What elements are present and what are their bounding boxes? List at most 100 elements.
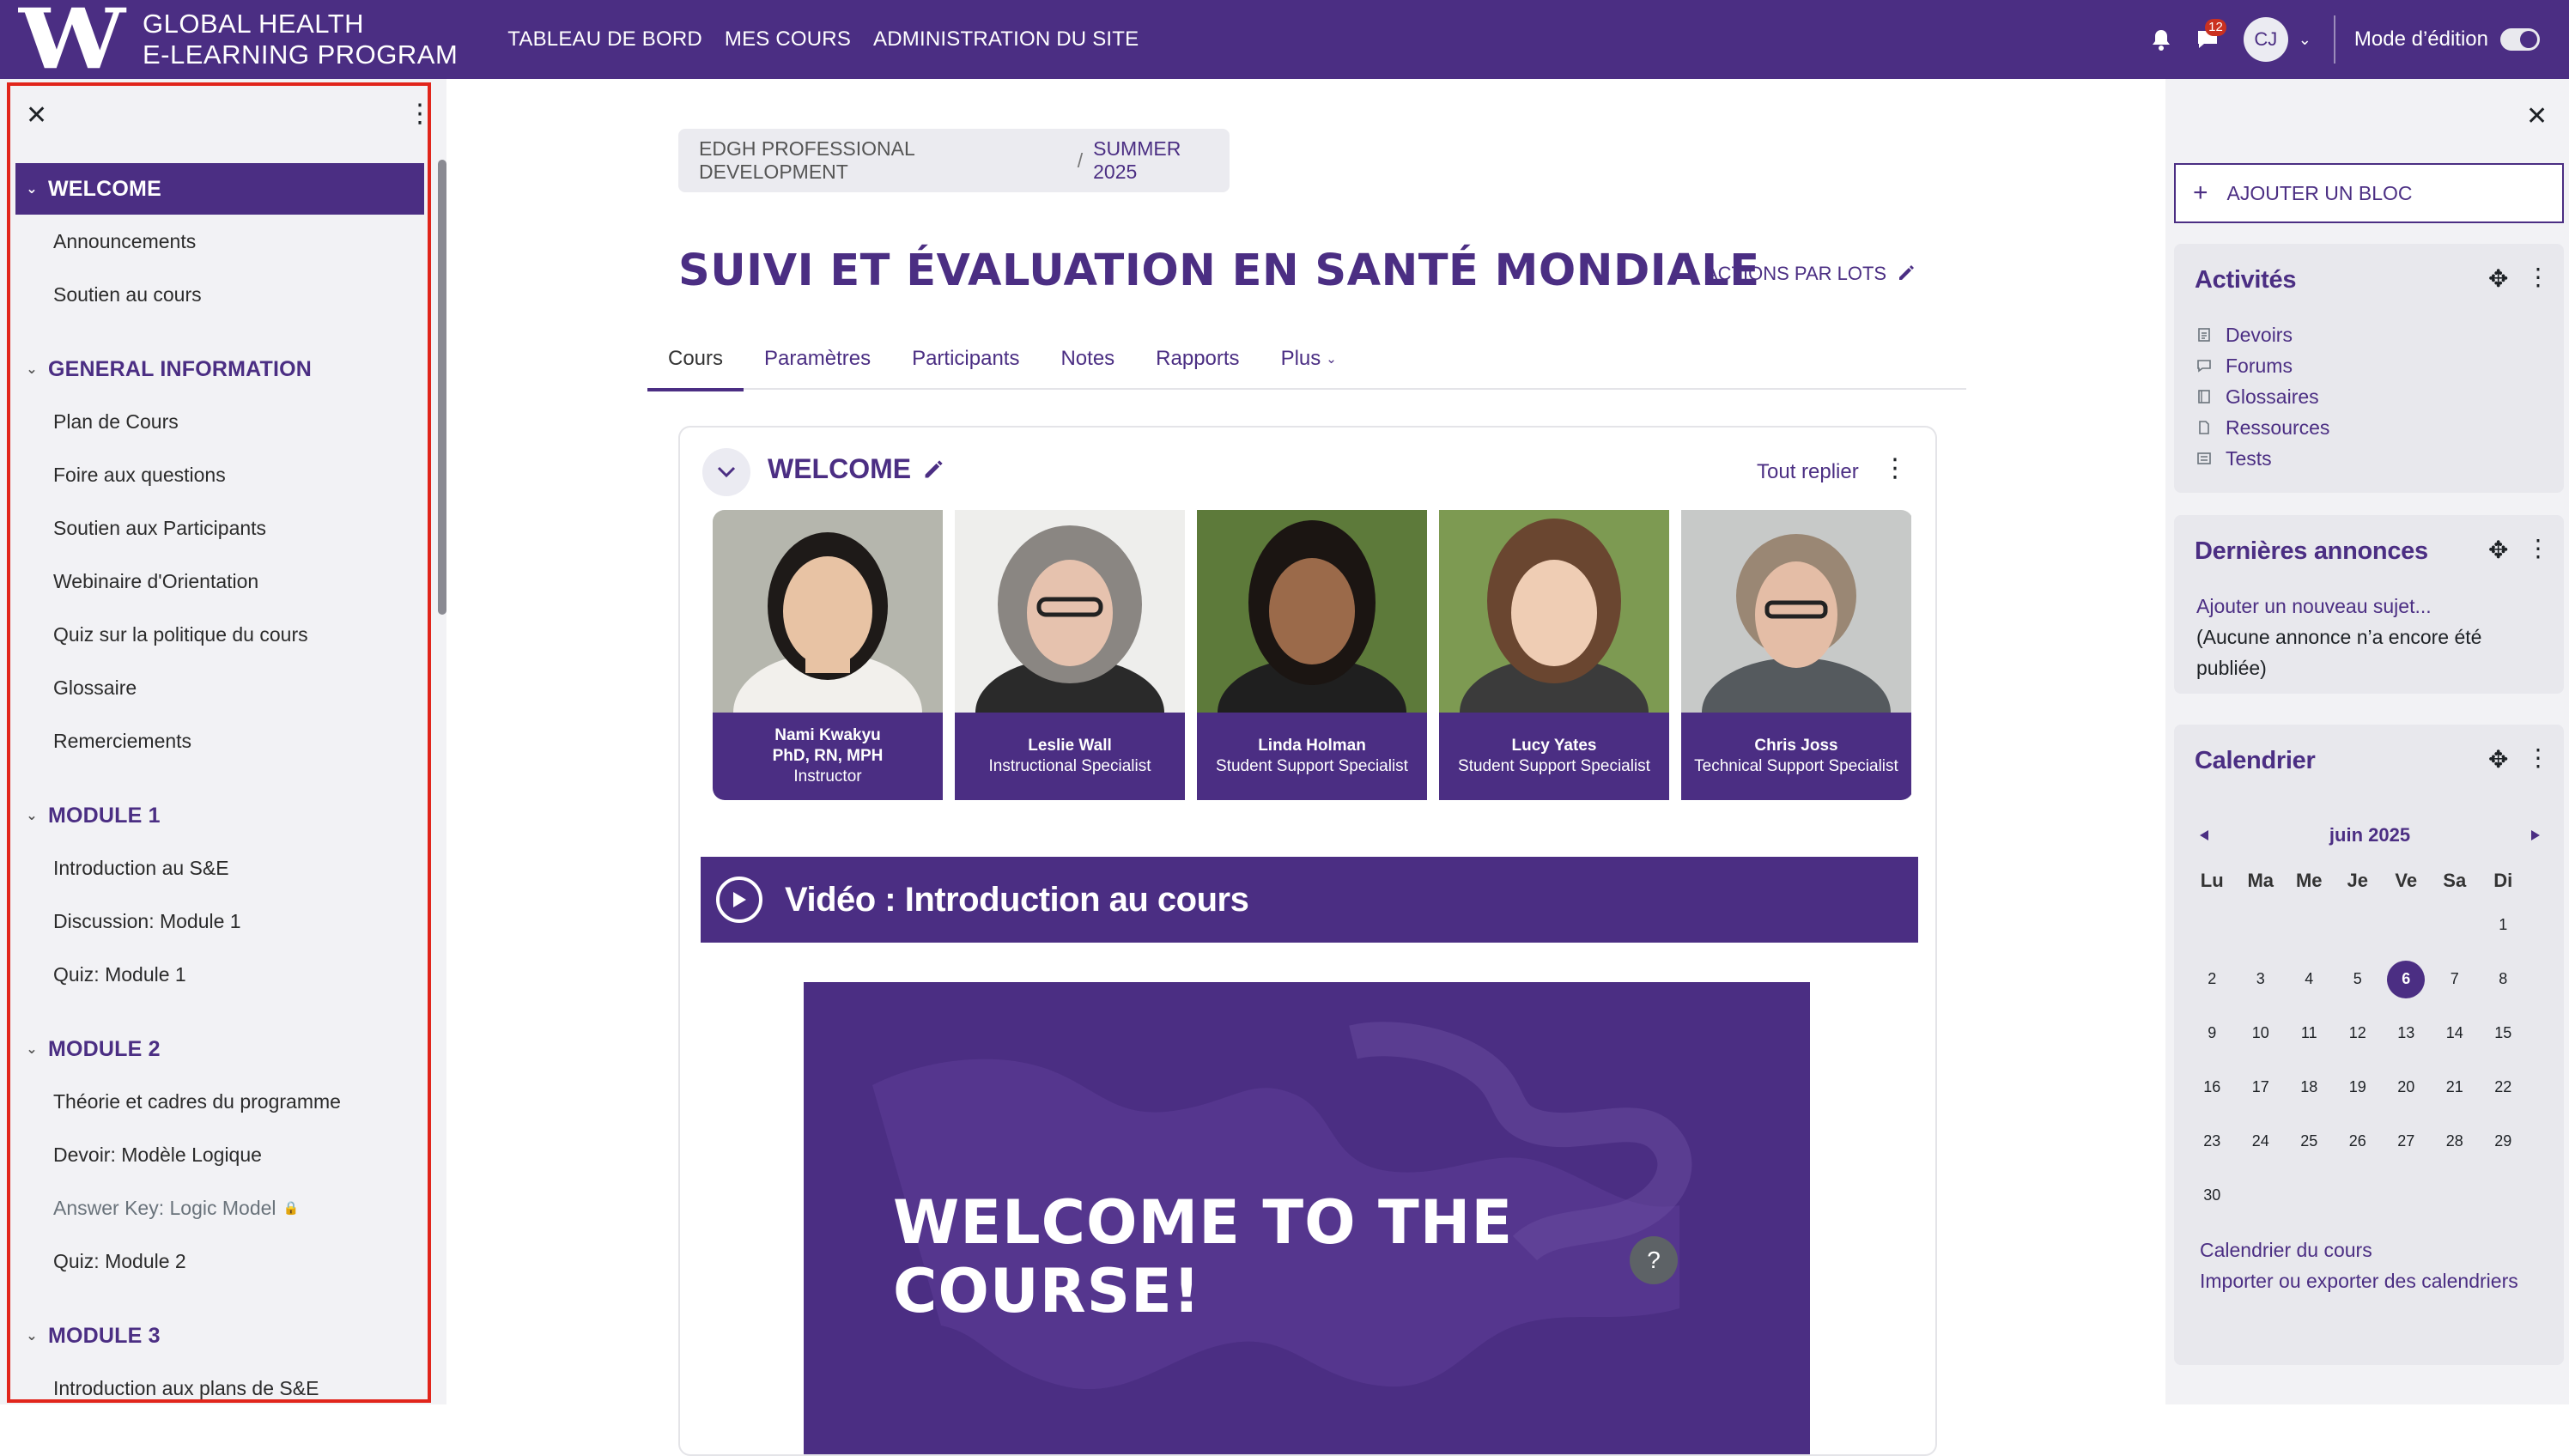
tab-participants[interactable]: Participants [891, 328, 1040, 390]
activity-link-quizzes[interactable]: Tests [2196, 443, 2329, 474]
calendar-day[interactable]: 14 [2431, 1015, 2480, 1053]
index-item[interactable]: Quiz sur la politique du cours [15, 608, 424, 661]
calendar-day[interactable]: 21 [2431, 1069, 2480, 1107]
index-item[interactable]: Théorie et cadres du programme [15, 1075, 424, 1128]
calendar-day[interactable]: 9 [2188, 1015, 2237, 1053]
index-item[interactable]: Introduction aux plans de S&E [15, 1362, 424, 1415]
move-icon[interactable]: ✥ [2488, 536, 2508, 564]
close-drawer-icon[interactable]: ✕ [26, 103, 47, 129]
calendar-day[interactable]: 8 [2479, 961, 2528, 998]
nav-dashboard[interactable]: TABLEAU DE BORD [507, 27, 702, 52]
index-item[interactable]: Plan de Cours [15, 395, 424, 448]
calendar-day[interactable]: 11 [2285, 1015, 2334, 1053]
activity-link-resources[interactable]: Ressources [2196, 412, 2329, 443]
block-options-icon[interactable]: ⋮ [2526, 263, 2550, 291]
add-topic-link[interactable]: Ajouter un nouveau sujet... [2196, 591, 2540, 622]
index-item[interactable]: Devoir: Modèle Logique [15, 1128, 424, 1181]
welcome-video-thumbnail[interactable]: WELCOME TO THE COURSE! [804, 982, 1810, 1454]
calendar-day[interactable]: 27 [2382, 1123, 2431, 1161]
import-export-calendars-link[interactable]: Importer ou exporter des calendriers [2200, 1265, 2526, 1296]
tab-settings[interactable]: Paramètres [744, 328, 891, 390]
site-logo[interactable]: W GLOBAL HEALTH E-LEARNING PROGRAM [0, 0, 458, 81]
tab-reports[interactable]: Rapports [1135, 328, 1260, 390]
course-index-options-icon[interactable]: ⋮ [407, 101, 433, 127]
index-section-header[interactable]: ⌄ MODULE 2 [15, 1023, 424, 1075]
chevron-down-icon[interactable]: ⌄ [15, 1040, 48, 1058]
move-icon[interactable]: ✥ [2488, 745, 2508, 774]
course-calendar-link[interactable]: Calendrier du cours [2200, 1235, 2526, 1265]
collapse-all-link[interactable]: Tout replier [1757, 460, 1859, 484]
calendar-day[interactable]: 10 [2237, 1015, 2286, 1053]
tab-grades[interactable]: Notes [1040, 328, 1135, 390]
breadcrumb-current[interactable]: SUMMER 2025 [1093, 137, 1230, 184]
index-section-header[interactable]: ⌄ MODULE 1 [15, 790, 424, 841]
section-options-icon[interactable]: ⋮ [1882, 453, 1908, 483]
nav-site-admin[interactable]: ADMINISTRATION DU SITE [873, 27, 1139, 52]
block-options-icon[interactable]: ⋮ [2526, 534, 2550, 562]
breadcrumb-parent[interactable]: EDGH PROFESSIONAL DEVELOPMENT [699, 137, 1067, 184]
chevron-down-icon[interactable]: ⌄ [2299, 31, 2311, 49]
calendar-day[interactable]: 19 [2334, 1069, 2383, 1107]
index-item-restricted[interactable]: Answer Key: Logic Model 🔒 [15, 1181, 424, 1235]
index-section-header[interactable]: ⌄ WELCOME [15, 163, 424, 215]
calendar-day[interactable]: 28 [2431, 1123, 2480, 1161]
edit-mode-toggle[interactable] [2500, 28, 2540, 51]
calendar-day[interactable]: 18 [2285, 1069, 2334, 1107]
previous-month-icon[interactable] [2196, 828, 2212, 843]
calendar-day[interactable]: 22 [2479, 1069, 2528, 1107]
index-item[interactable]: Quiz: Module 1 [15, 948, 424, 1001]
nav-my-courses[interactable]: MES COURS [725, 27, 851, 52]
calendar-day[interactable]: 17 [2237, 1069, 2286, 1107]
messages-button[interactable]: 12 [2190, 19, 2226, 57]
activity-link-glossaries[interactable]: Glossaires [2196, 381, 2329, 412]
calendar-day[interactable]: 29 [2479, 1123, 2528, 1161]
user-avatar[interactable]: CJ [2243, 17, 2288, 62]
calendar-day[interactable]: 15 [2479, 1015, 2528, 1053]
calendar-day[interactable]: 26 [2334, 1123, 2383, 1161]
index-item[interactable]: Soutien aux Participants [15, 501, 424, 555]
chevron-down-icon[interactable]: ⌄ [15, 180, 48, 197]
move-icon[interactable]: ✥ [2488, 264, 2508, 293]
index-item[interactable]: Announcements [15, 215, 424, 268]
tab-more[interactable]: Plus ⌄ [1260, 328, 1357, 390]
calendar-day[interactable]: 5 [2334, 961, 2383, 998]
calendar-day[interactable]: 13 [2382, 1015, 2431, 1053]
index-item[interactable]: Foire aux questions [15, 448, 424, 501]
calendar-day[interactable]: 1 [2479, 907, 2528, 944]
index-item[interactable]: Discussion: Module 1 [15, 895, 424, 948]
activity-link-assignments[interactable]: Devoirs [2196, 319, 2329, 350]
index-item[interactable]: Glossaire [15, 661, 424, 714]
index-item[interactable]: Remerciements [15, 714, 424, 767]
index-section-header[interactable]: ⌄ GENERAL INFORMATION [15, 343, 424, 395]
bulk-actions-button[interactable]: ACTIONS PAR LOTS [1705, 263, 1916, 285]
calendar-day[interactable]: 23 [2188, 1123, 2237, 1161]
calendar-day[interactable]: 16 [2188, 1069, 2237, 1107]
calendar-day[interactable]: 3 [2237, 961, 2286, 998]
block-options-icon[interactable]: ⋮ [2526, 743, 2550, 772]
index-item[interactable]: Soutien au cours [15, 268, 424, 321]
add-block-button[interactable]: + AJOUTER UN BLOC [2174, 163, 2564, 223]
calendar-day[interactable]: 2 [2188, 961, 2237, 998]
index-item[interactable]: Introduction au S&E [15, 841, 424, 895]
chevron-down-icon[interactable]: ⌄ [15, 807, 48, 824]
calendar-day[interactable]: 20 [2382, 1069, 2431, 1107]
index-item[interactable]: Quiz: Module 2 [15, 1235, 424, 1288]
help-button[interactable]: ? [1630, 1236, 1678, 1284]
chevron-down-icon[interactable]: ⌄ [15, 361, 48, 378]
notifications-button[interactable] [2144, 22, 2178, 57]
calendar-day[interactable]: 25 [2285, 1123, 2334, 1161]
next-month-icon[interactable] [2528, 828, 2543, 843]
section-collapse-button[interactable] [702, 448, 750, 496]
calendar-day[interactable]: 7 [2431, 961, 2480, 998]
calendar-day[interactable]: 24 [2237, 1123, 2286, 1161]
pencil-icon[interactable] [922, 458, 944, 481]
index-section-header[interactable]: ⌄ MODULE 3 [15, 1310, 424, 1362]
chevron-down-icon[interactable]: ⌄ [15, 1327, 48, 1344]
drawer-scrollbar[interactable] [438, 160, 446, 615]
calendar-day[interactable]: 30 [2188, 1177, 2237, 1215]
tab-course[interactable]: Cours [647, 328, 744, 391]
index-item[interactable]: Webinaire d'Orientation [15, 555, 424, 608]
calendar-day[interactable]: 4 [2285, 961, 2334, 998]
calendar-day[interactable]: 6 [2382, 960, 2431, 998]
calendar-day[interactable]: 12 [2334, 1015, 2383, 1053]
